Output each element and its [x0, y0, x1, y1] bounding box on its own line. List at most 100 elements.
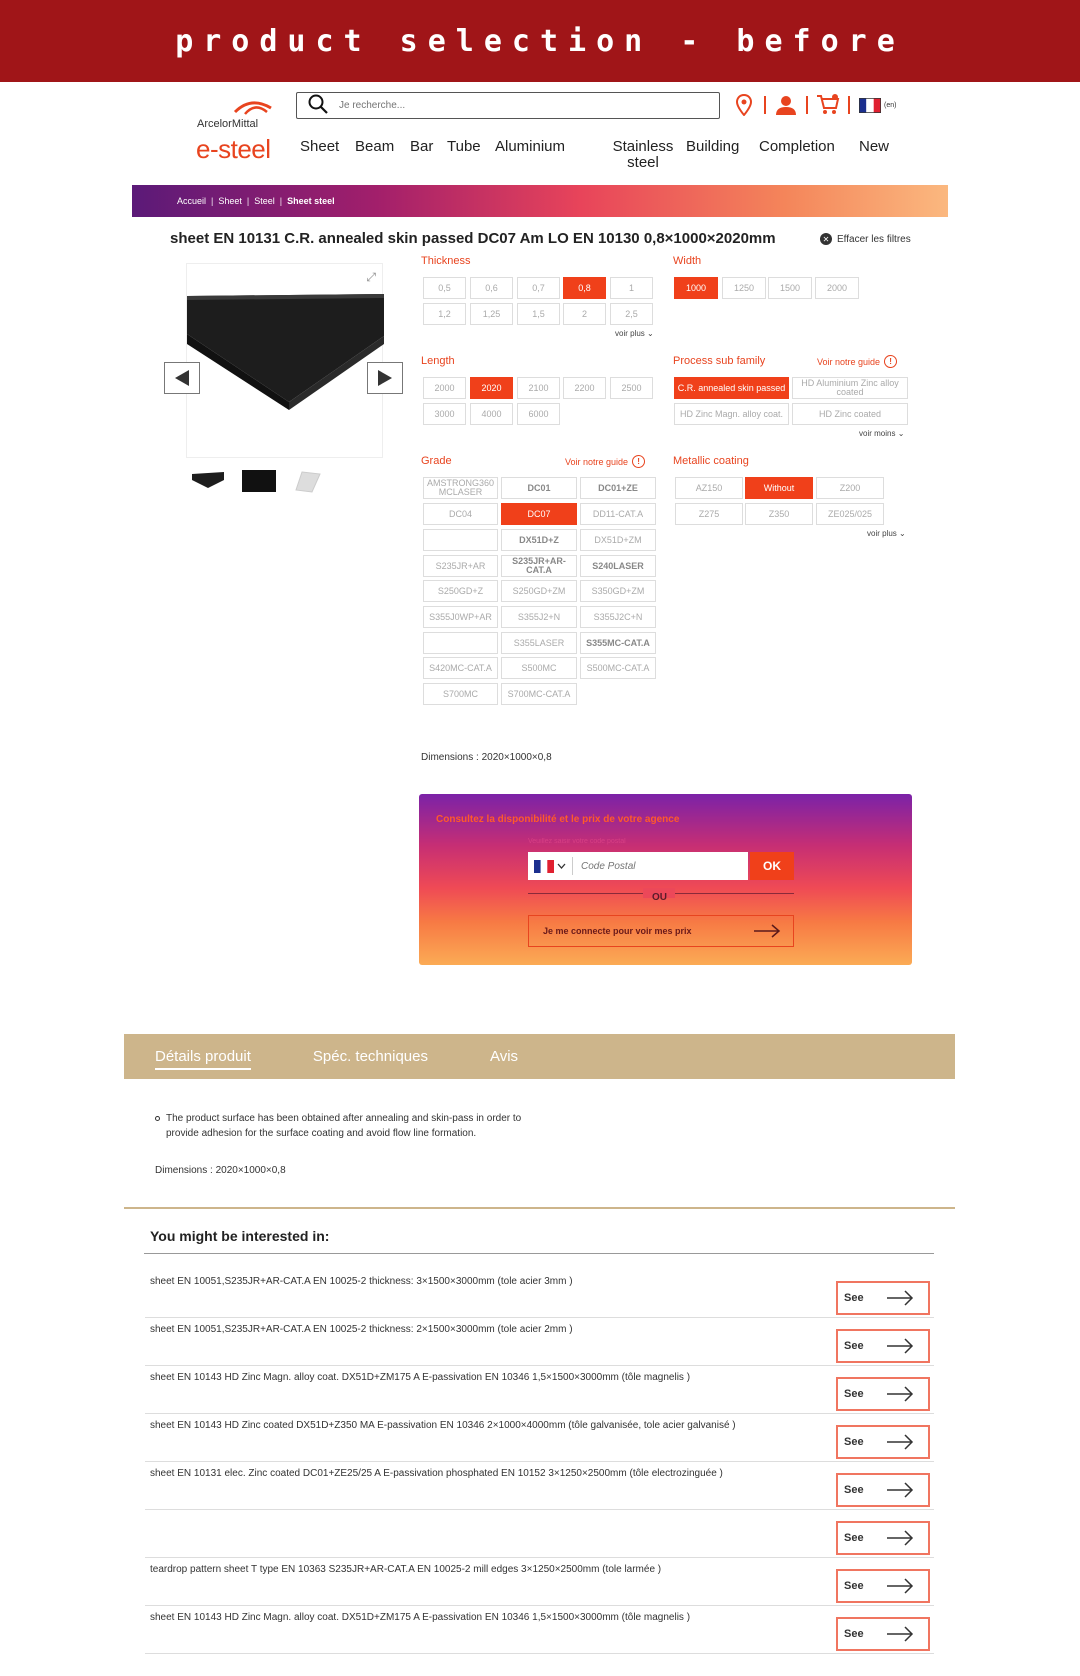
related-item-name[interactable]: sheet EN 10143 HD Zinc Magn. alloy coat.… — [150, 1372, 690, 1383]
process-guide-link[interactable]: Voir notre guide! — [817, 355, 898, 368]
search-icon[interactable] — [307, 93, 333, 119]
nav-completion[interactable]: Completion — [759, 139, 835, 155]
thickness-show-more[interactable]: voir plus ⌄ — [615, 329, 654, 338]
tab-details[interactable]: Détails produit — [155, 1048, 251, 1070]
grade-option[interactable]: DC01 — [501, 477, 577, 499]
grade-option[interactable] — [423, 529, 498, 551]
country-select[interactable] — [528, 857, 573, 875]
process-show-less[interactable]: voir moins ⌄ — [859, 429, 904, 438]
nav-aluminium[interactable]: Aluminium — [495, 139, 565, 155]
grade-option[interactable]: S240LASER — [580, 555, 656, 577]
width-option-selected[interactable]: 1000 — [674, 277, 718, 299]
see-button[interactable]: See — [836, 1329, 930, 1363]
thickness-option[interactable]: 0,5 — [423, 277, 466, 299]
width-option[interactable]: 2000 — [815, 277, 859, 299]
search-input[interactable] — [339, 100, 719, 111]
related-item-name[interactable]: sheet EN 10143 HD Zinc Magn. alloy coat.… — [150, 1612, 690, 1623]
related-item-name[interactable]: sheet EN 10143 HD Zinc coated DX51D+Z350… — [150, 1420, 736, 1431]
thumbnail[interactable] — [190, 466, 226, 494]
grade-option[interactable]: DC04 — [423, 503, 498, 525]
coating-option[interactable]: Z200 — [816, 477, 884, 499]
length-option[interactable]: 2000 — [423, 377, 466, 399]
see-button[interactable]: See — [836, 1281, 930, 1315]
breadcrumb-item[interactable]: Sheet — [218, 196, 242, 206]
clear-filters-button[interactable]: ✕ Effacer les filtres — [820, 233, 911, 245]
see-button[interactable]: See — [836, 1425, 930, 1459]
grade-option[interactable]: S355J0WP+AR — [423, 606, 498, 628]
process-option[interactable]: HD Zinc coated — [792, 403, 908, 425]
nav-tube[interactable]: Tube — [447, 139, 481, 155]
nav-beam[interactable]: Beam — [355, 139, 394, 155]
grade-guide-link[interactable]: Voir notre guide! — [565, 455, 646, 468]
length-option[interactable]: 2100 — [517, 377, 560, 399]
grade-option[interactable]: S250GD+Z — [423, 580, 498, 602]
thickness-option[interactable]: 0,6 — [470, 277, 513, 299]
grade-option[interactable]: DC01+ZE — [580, 477, 656, 499]
nav-sheet[interactable]: Sheet — [300, 139, 339, 155]
thickness-option[interactable]: 1 — [610, 277, 653, 299]
process-option[interactable]: HD Zinc Magn. alloy coat. — [674, 403, 789, 425]
grade-option[interactable]: S500MC-CAT.A — [580, 657, 656, 679]
grade-option[interactable]: S350GD+ZM — [580, 580, 656, 602]
length-option[interactable]: 2200 — [563, 377, 606, 399]
see-button[interactable]: See — [836, 1377, 930, 1411]
grade-option[interactable]: S355J2C+N — [580, 606, 656, 628]
login-button[interactable]: Je me connecte pour voir mes prix — [528, 915, 794, 947]
grade-option[interactable] — [423, 632, 498, 654]
french-flag-icon[interactable] — [858, 93, 882, 117]
process-option-selected[interactable]: C.R. annealed skin passed — [674, 377, 789, 399]
related-item-name[interactable]: teardrop pattern sheet T type EN 10363 S… — [150, 1564, 661, 1575]
location-pin-icon[interactable] — [732, 93, 756, 117]
nav-building[interactable]: Building — [686, 139, 739, 155]
related-item-name[interactable]: sheet EN 10131 elec. Zinc coated DC01+ZE… — [150, 1468, 723, 1479]
thumbnail[interactable] — [290, 466, 326, 494]
grade-option[interactable]: S235JR+AR — [423, 555, 498, 577]
grade-option-selected[interactable]: DC07 — [501, 503, 577, 525]
nav-new[interactable]: New — [859, 139, 889, 155]
previous-image-button[interactable] — [164, 362, 200, 394]
coating-show-more[interactable]: voir plus ⌄ — [867, 529, 906, 538]
tab-specs[interactable]: Spéc. techniques — [313, 1048, 428, 1065]
grade-option[interactable]: S700MC-CAT.A — [501, 683, 577, 705]
postal-code-field[interactable] — [528, 852, 748, 880]
grade-option[interactable]: DD11-CAT.A — [580, 503, 656, 525]
nav-bar[interactable]: Bar — [410, 139, 433, 155]
length-option[interactable]: 4000 — [470, 403, 513, 425]
breadcrumb-item[interactable]: Steel — [254, 196, 275, 206]
thickness-option[interactable]: 2 — [563, 303, 606, 325]
grade-option[interactable]: S355LASER — [501, 632, 577, 654]
grade-option[interactable]: S355J2+N — [501, 606, 577, 628]
grade-option[interactable]: S420MC-CAT.A — [423, 657, 498, 679]
user-icon[interactable] — [774, 93, 798, 117]
length-option[interactable]: 6000 — [517, 403, 560, 425]
coating-option[interactable]: ZE025/025 — [816, 503, 884, 525]
width-option[interactable]: 1500 — [768, 277, 812, 299]
nav-stainless-steel[interactable]: Stainless steel — [607, 139, 679, 171]
next-image-button[interactable] — [367, 362, 403, 394]
grade-option[interactable]: AMSTRONG360 MCLASER — [423, 477, 498, 499]
see-button[interactable]: See — [836, 1473, 930, 1507]
grade-option[interactable]: S235JR+AR-CAT.A — [501, 555, 577, 577]
thumbnail[interactable] — [240, 466, 276, 494]
search-bar[interactable] — [296, 92, 720, 119]
thickness-option[interactable]: 1,5 — [517, 303, 560, 325]
cart-icon[interactable] — [816, 93, 840, 117]
thickness-option[interactable]: 2,5 — [610, 303, 653, 325]
see-button[interactable]: See — [836, 1617, 930, 1651]
see-button[interactable]: See — [836, 1569, 930, 1603]
grade-option[interactable]: S500MC — [501, 657, 577, 679]
thickness-option-selected[interactable]: 0,8 — [563, 277, 606, 299]
length-option[interactable]: 2500 — [610, 377, 653, 399]
grade-option[interactable]: S355MC-CAT.A — [580, 632, 656, 654]
grade-option[interactable]: DX51D+ZM — [580, 529, 656, 551]
thickness-option[interactable]: 0,7 — [517, 277, 560, 299]
length-option[interactable]: 3000 — [423, 403, 466, 425]
postal-code-input[interactable] — [581, 860, 741, 872]
tab-reviews[interactable]: Avis — [490, 1048, 518, 1065]
coating-option[interactable]: Z350 — [745, 503, 813, 525]
grade-option[interactable]: S250GD+ZM — [501, 580, 577, 602]
thickness-option[interactable]: 1,25 — [470, 303, 513, 325]
related-item-name[interactable]: sheet EN 10051,S235JR+AR-CAT.A EN 10025-… — [150, 1276, 573, 1287]
coating-option-selected[interactable]: Without — [745, 477, 813, 499]
language-label[interactable]: (en) — [884, 102, 896, 109]
